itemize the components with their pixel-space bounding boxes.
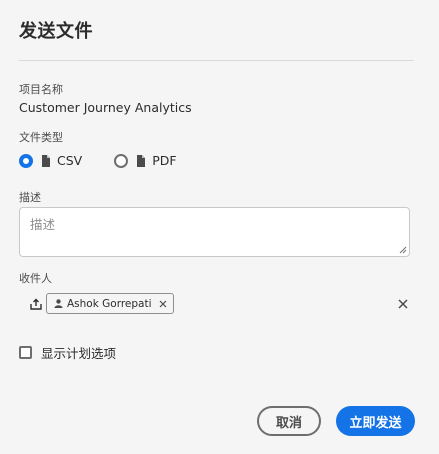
send-file-dialog: 发送文件 项目名称 Customer Journey Analytics 文件类… [0, 0, 439, 454]
send-now-button[interactable]: 立即发送 [336, 406, 415, 436]
file-icon [42, 154, 50, 167]
file-icon [137, 154, 146, 167]
radio-csv-label: CSV [57, 153, 83, 168]
project-name-value: Customer Journey Analytics [19, 100, 192, 115]
project-name-label: 项目名称 [19, 83, 63, 96]
description-placeholder: 描述 [30, 217, 56, 232]
radio-csv-circle[interactable] [19, 153, 33, 168]
close-icon[interactable] [398, 299, 408, 309]
radio-pdf-circle[interactable] [114, 153, 129, 168]
upload-icon[interactable] [30, 298, 42, 310]
recipient-tag-label: Ashok Gorrepati [67, 297, 152, 310]
description-label: 描述 [19, 191, 41, 204]
description-textarea[interactable]: 描述 [19, 207, 410, 257]
radio-pdf[interactable]: PDF [114, 153, 177, 168]
cancel-button[interactable]: 取消 [257, 406, 321, 436]
file-type-label: 文件类型 [19, 131, 63, 144]
recipients-label: 收件人 [19, 272, 52, 285]
radio-pdf-label: PDF [152, 153, 177, 168]
schedule-options-checkbox-row[interactable]: 显示计划选项 [19, 343, 116, 362]
schedule-options-label: 显示计划选项 [41, 346, 117, 361]
dialog-title: 发送文件 [19, 21, 93, 42]
divider [19, 60, 414, 61]
resize-grip-icon[interactable] [399, 246, 407, 254]
user-icon [54, 299, 63, 308]
file-type-radio-group: CSV PDF [19, 153, 177, 168]
close-icon[interactable] [159, 300, 167, 308]
schedule-options-checkbox[interactable] [19, 346, 32, 359]
recipient-tag[interactable]: Ashok Gorrepati [46, 293, 174, 314]
radio-csv[interactable]: CSV [19, 153, 82, 168]
